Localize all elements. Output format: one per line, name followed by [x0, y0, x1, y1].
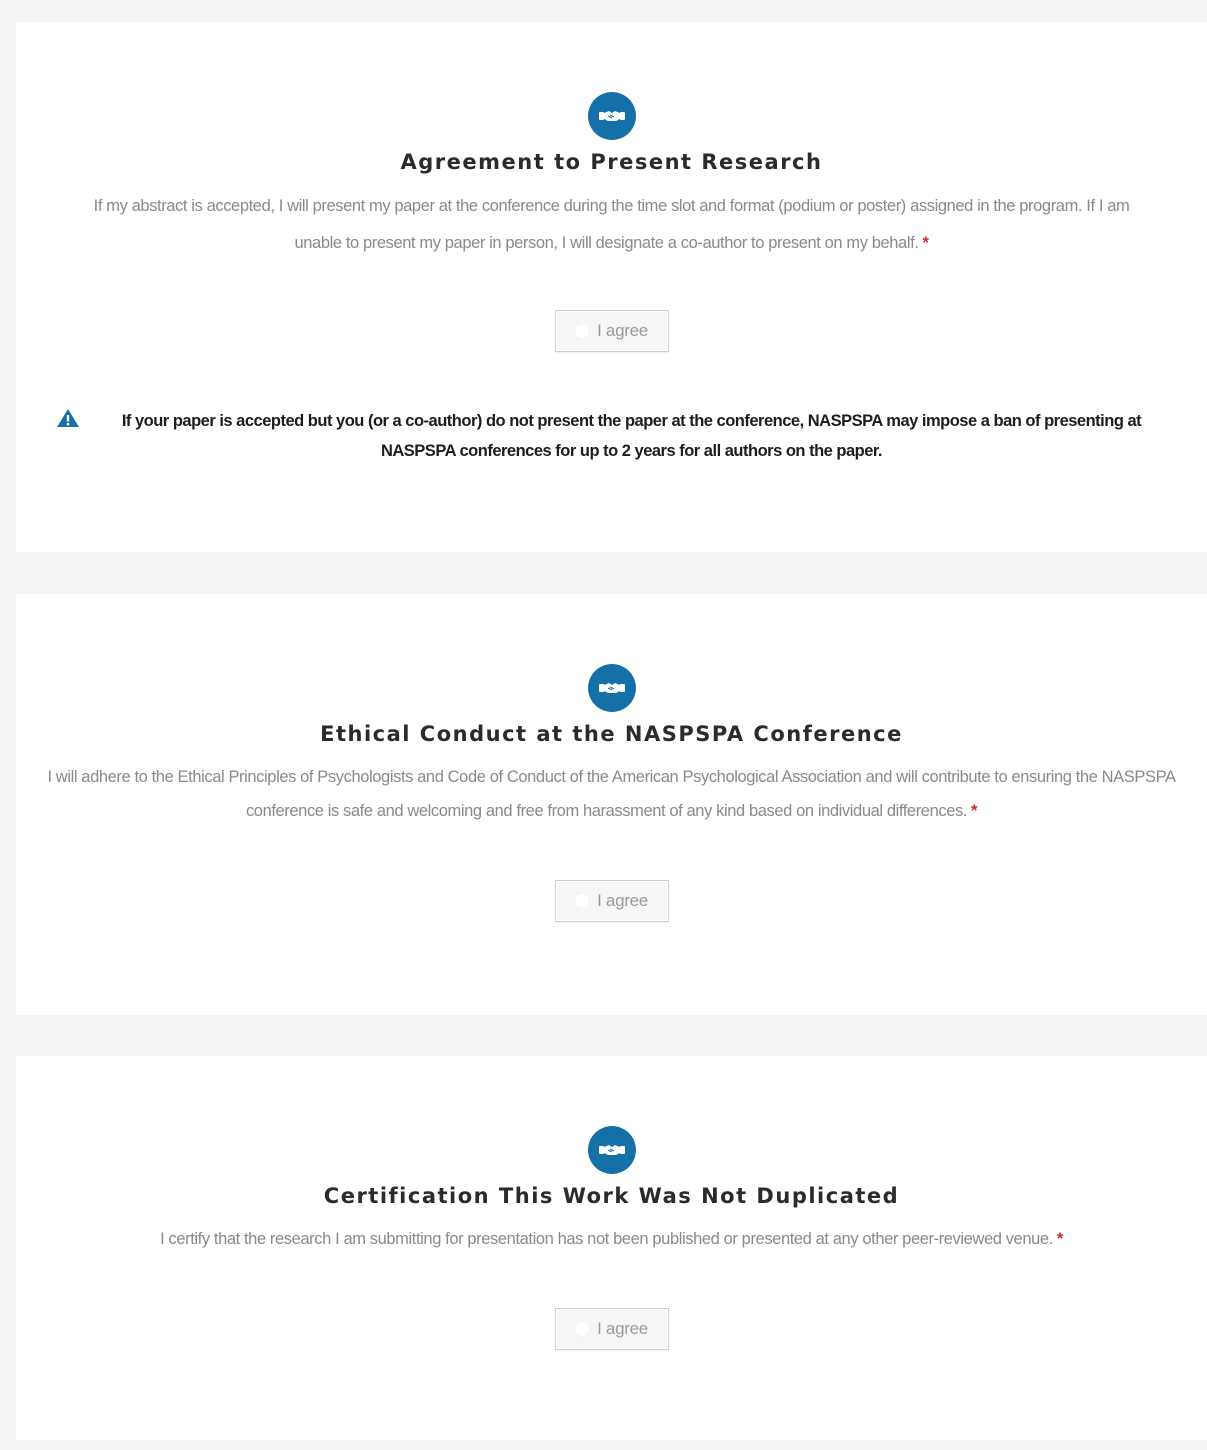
agree-label: I agree [597, 891, 648, 910]
warning-text: If your paper is accepted but you (or a … [121, 412, 1142, 460]
section-title: Ethical Conduct at the NASPSPA Conferenc… [320, 722, 903, 746]
warning-notice: If your paper is accepted but you (or a … [16, 406, 1207, 466]
handshake-icon-glyph [598, 683, 625, 693]
section-content: Ethical Conduct at the NASPSPA Conferenc… [16, 664, 1207, 922]
section-description-text: I certify that the research I am submitt… [160, 1230, 1053, 1248]
agree-label: I agree [597, 321, 648, 340]
section-description: If my abstract is accepted, I will prese… [72, 188, 1152, 262]
required-marker: * [922, 234, 929, 252]
required-marker: * [1056, 1230, 1063, 1248]
section-card-present-research: Agreement to Present Research If my abst… [16, 22, 1207, 552]
handshake-icon [587, 92, 636, 140]
radio-circle-icon [575, 1322, 590, 1336]
handshake-icon [587, 1126, 636, 1174]
section-title: Agreement to Present Research [400, 150, 823, 174]
handshake-icon-glyph [598, 1145, 625, 1155]
handshake-icon-glyph [598, 111, 625, 121]
warning-triangle-icon [57, 409, 79, 427]
radio-circle-icon [575, 324, 590, 338]
section-description: I certify that the research I am submitt… [62, 1222, 1162, 1256]
section-description-text: If my abstract is accepted, I will prese… [93, 197, 1130, 252]
section-content: Certification This Work Was Not Duplicat… [16, 1126, 1207, 1350]
agree-radio-button[interactable]: I agree [554, 1308, 669, 1350]
section-description-text: I will adhere to the Ethical Principles … [47, 768, 1176, 820]
agree-label: I agree [597, 1319, 648, 1338]
agree-radio-button[interactable]: I agree [554, 880, 669, 922]
section-content: Agreement to Present Research If my abst… [16, 92, 1207, 352]
agree-radio-button[interactable]: I agree [554, 310, 669, 352]
handshake-icon [587, 664, 636, 712]
agree-row: I agree [16, 880, 1207, 922]
required-marker: * [971, 802, 978, 820]
agree-row: I agree [16, 1308, 1207, 1350]
section-card-not-duplicated: Certification This Work Was Not Duplicat… [16, 1056, 1207, 1440]
section-description: I will adhere to the Ethical Principles … [47, 760, 1177, 828]
section-card-ethical-conduct: Ethical Conduct at the NASPSPA Conferenc… [16, 594, 1207, 1015]
radio-circle-icon [575, 894, 590, 908]
agree-row: I agree [16, 310, 1207, 352]
section-title: Certification This Work Was Not Duplicat… [323, 1184, 900, 1208]
